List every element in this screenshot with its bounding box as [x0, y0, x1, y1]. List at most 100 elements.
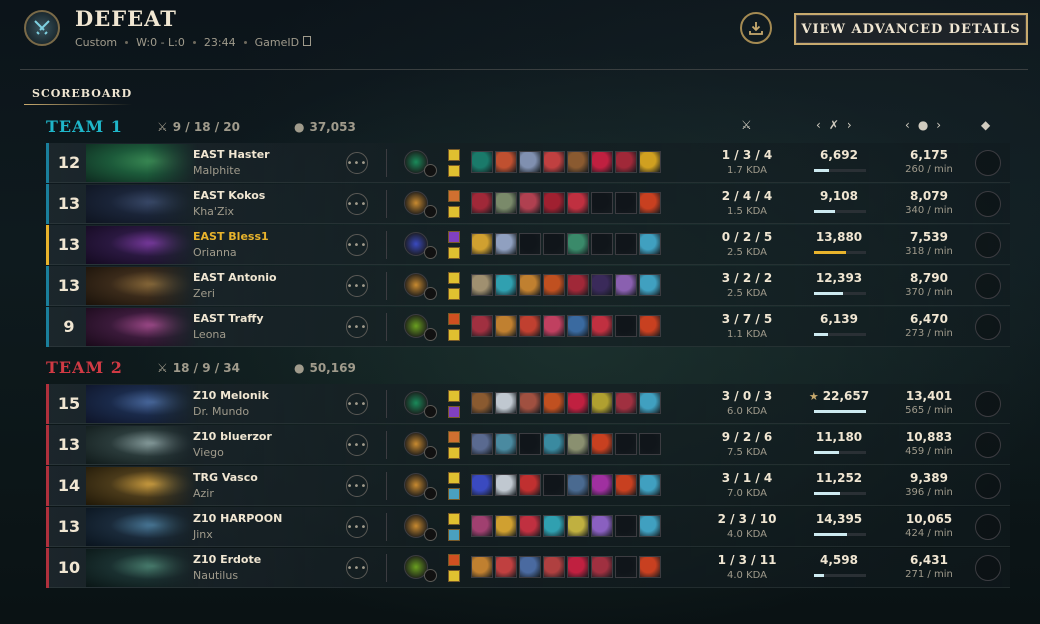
summoner-spell-icon[interactable]	[448, 206, 460, 218]
player-row[interactable]: 15 Z10 Melonik Dr. Mundo ••• 3 / 0 / 3 6…	[46, 384, 1010, 424]
secondary-rune-icon[interactable]	[424, 446, 437, 459]
item-icon[interactable]	[543, 556, 565, 578]
honor-button[interactable]	[975, 150, 1001, 176]
item-icon[interactable]	[495, 151, 517, 173]
more-options-button[interactable]: •••	[346, 557, 368, 579]
honor-button[interactable]	[975, 314, 1001, 340]
summoner-spell-icon[interactable]	[448, 554, 460, 566]
item-icon[interactable]	[543, 151, 565, 173]
chevron-left-icon[interactable]: ‹	[816, 118, 821, 132]
summoner-name[interactable]: EAST Bless1	[193, 230, 269, 243]
item-icon[interactable]	[567, 433, 589, 455]
player-row[interactable]: 13 EAST Kokos Kha'Zix ••• 2 / 4 / 4 1.5 …	[46, 184, 1010, 224]
summoner-spell-icon[interactable]	[448, 488, 460, 500]
item-icon[interactable]	[615, 151, 637, 173]
secondary-rune-icon[interactable]	[424, 528, 437, 541]
more-options-button[interactable]: •••	[346, 393, 368, 415]
item-icon[interactable]	[495, 274, 517, 296]
item-icon[interactable]	[567, 192, 589, 214]
more-options-button[interactable]: •••	[346, 234, 368, 256]
item-icon[interactable]	[519, 315, 541, 337]
game-id[interactable]: GameID	[255, 36, 312, 49]
summoner-spell-icon[interactable]	[448, 149, 460, 161]
item-icon[interactable]	[471, 474, 493, 496]
summoner-name[interactable]: EAST Antonio	[193, 271, 277, 284]
item-icon[interactable]	[471, 274, 493, 296]
item-icon[interactable]	[543, 515, 565, 537]
secondary-rune-icon[interactable]	[424, 487, 437, 500]
item-icon[interactable]	[519, 233, 541, 255]
item-icon[interactable]	[639, 474, 661, 496]
summoner-spell-icon[interactable]	[448, 190, 460, 202]
item-icon[interactable]	[615, 315, 637, 337]
chevron-left-icon[interactable]: ‹	[905, 118, 910, 132]
item-icon[interactable]	[519, 474, 541, 496]
item-icon[interactable]	[567, 556, 589, 578]
item-icon[interactable]	[543, 233, 565, 255]
player-row[interactable]: 13 EAST Antonio Zeri ••• 3 / 2 / 2 2.5 K…	[46, 266, 1010, 306]
item-icon[interactable]	[543, 474, 565, 496]
summoner-spell-icon[interactable]	[448, 447, 460, 459]
item-icon[interactable]	[591, 556, 613, 578]
summoner-name[interactable]: EAST Traffy	[193, 312, 264, 325]
item-icon[interactable]	[591, 151, 613, 173]
item-icon[interactable]	[591, 433, 613, 455]
summoner-spell-icon[interactable]	[448, 329, 460, 341]
item-icon[interactable]	[591, 274, 613, 296]
item-icon[interactable]	[591, 392, 613, 414]
summoner-spell-icon[interactable]	[448, 406, 460, 418]
secondary-rune-icon[interactable]	[424, 287, 437, 300]
item-icon[interactable]	[495, 515, 517, 537]
secondary-rune-icon[interactable]	[424, 164, 437, 177]
secondary-rune-icon[interactable]	[424, 405, 437, 418]
summoner-spell-icon[interactable]	[448, 513, 460, 525]
summoner-spell-icon[interactable]	[448, 231, 460, 243]
honor-button[interactable]	[975, 432, 1001, 458]
player-row[interactable]: 9 EAST Traffy Leona ••• 3 / 7 / 5 1.1 KD…	[46, 307, 1010, 347]
summoner-spell-icon[interactable]	[448, 272, 460, 284]
item-icon[interactable]	[567, 151, 589, 173]
item-icon[interactable]	[567, 515, 589, 537]
item-icon[interactable]	[615, 515, 637, 537]
item-icon[interactable]	[519, 274, 541, 296]
item-icon[interactable]	[495, 192, 517, 214]
summoner-name[interactable]: EAST Kokos	[193, 189, 265, 202]
item-icon[interactable]	[495, 556, 517, 578]
item-icon[interactable]	[471, 151, 493, 173]
summoner-spell-icon[interactable]	[448, 472, 460, 484]
item-icon[interactable]	[591, 515, 613, 537]
honor-button[interactable]	[975, 514, 1001, 540]
player-row[interactable]: 13 Z10 HARPOON Jinx ••• 2 / 3 / 10 4.0 K…	[46, 507, 1010, 547]
damage-column-header[interactable]: ‹ ✗ ›	[816, 118, 852, 132]
item-icon[interactable]	[543, 274, 565, 296]
item-icon[interactable]	[519, 515, 541, 537]
player-row[interactable]: 10 Z10 Erdote Nautilus ••• 1 / 3 / 11 4.…	[46, 548, 1010, 588]
summoner-name[interactable]: Z10 bluerzor	[193, 430, 272, 443]
tab-scoreboard[interactable]: SCOREBOARD	[24, 87, 140, 103]
item-icon[interactable]	[471, 315, 493, 337]
view-advanced-details-button[interactable]: VIEW ADVANCED DETAILS	[794, 13, 1028, 45]
item-icon[interactable]	[519, 433, 541, 455]
secondary-rune-icon[interactable]	[424, 328, 437, 341]
item-icon[interactable]	[519, 151, 541, 173]
summoner-spell-icon[interactable]	[448, 247, 460, 259]
item-icon[interactable]	[567, 392, 589, 414]
item-icon[interactable]	[519, 556, 541, 578]
summoner-spell-icon[interactable]	[448, 390, 460, 402]
more-options-button[interactable]: •••	[346, 316, 368, 338]
summoner-spell-icon[interactable]	[448, 529, 460, 541]
item-icon[interactable]	[471, 515, 493, 537]
summoner-name[interactable]: Z10 Melonik	[193, 389, 269, 402]
item-icon[interactable]	[639, 192, 661, 214]
item-icon[interactable]	[591, 474, 613, 496]
secondary-rune-icon[interactable]	[424, 246, 437, 259]
summoner-spell-icon[interactable]	[448, 165, 460, 177]
honor-button[interactable]	[975, 191, 1001, 217]
item-icon[interactable]	[639, 392, 661, 414]
item-icon[interactable]	[615, 233, 637, 255]
chevron-right-icon[interactable]: ›	[847, 118, 852, 132]
item-icon[interactable]	[591, 233, 613, 255]
player-row[interactable]: 12 EAST Haster Malphite ••• 1 / 3 / 4 1.…	[46, 143, 1010, 183]
item-icon[interactable]	[567, 274, 589, 296]
item-icon[interactable]	[471, 192, 493, 214]
